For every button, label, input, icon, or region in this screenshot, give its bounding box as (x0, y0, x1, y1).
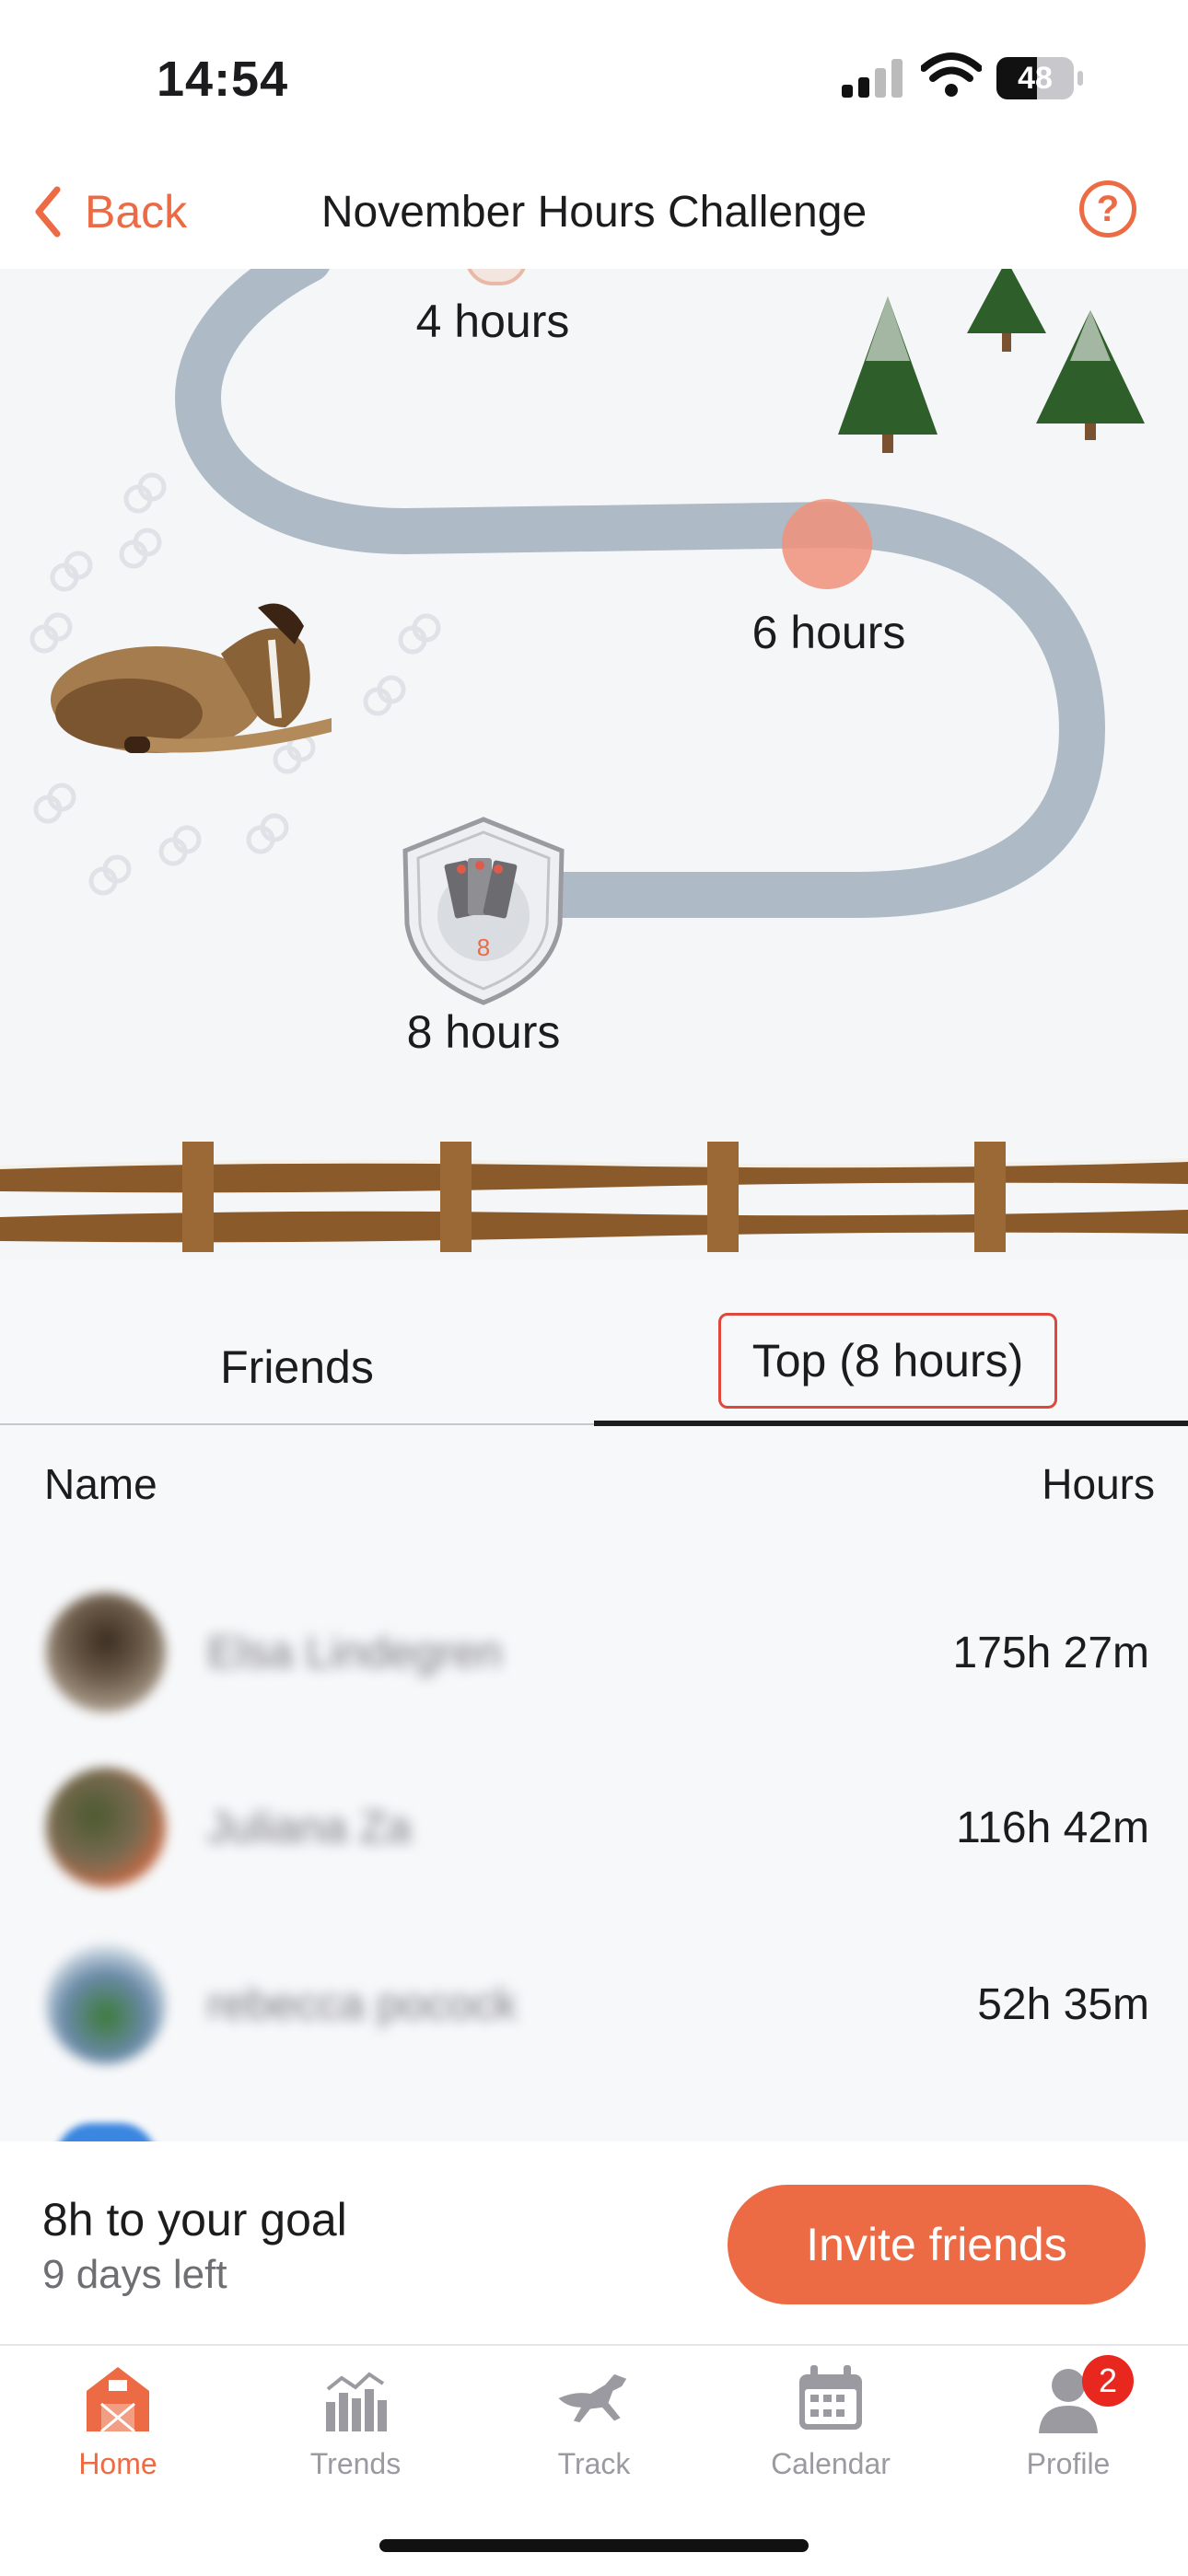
goal-text: 8h to your goal (42, 2194, 347, 2245)
tabbar-label-home: Home (78, 2447, 157, 2480)
tabbar-label-track: Track (557, 2447, 631, 2480)
tab-divider (0, 1423, 594, 1425)
column-header-name: Name (44, 1460, 157, 1508)
tab-top[interactable]: Top (8 hours) (718, 1313, 1057, 1409)
wifi-icon (920, 52, 983, 98)
row-name: Juliana Za (207, 1804, 412, 1852)
tabbar-label-profile: Profile (1026, 2447, 1111, 2480)
milestone-label-4: 4 hours (415, 296, 570, 347)
status-time: 14:54 (157, 52, 289, 107)
progress-marker (782, 499, 872, 589)
barn-icon (76, 2357, 159, 2440)
invite-friends-button[interactable]: Invite friends (728, 2185, 1146, 2304)
signal-icon (840, 55, 904, 99)
column-header-hours: Hours (1042, 1460, 1155, 1508)
shield-badge-icon (402, 817, 565, 1005)
days-left: 9 days left (42, 2252, 227, 2297)
tabbar-item-home[interactable]: Home (26, 2357, 210, 2495)
question-circle-icon[interactable]: ? (1079, 180, 1136, 238)
tabbar-label-trends: Trends (309, 2447, 402, 2480)
tabbar-item-trends[interactable]: Trends (263, 2357, 448, 2495)
person-icon: 2 (1027, 2355, 1134, 2440)
row-hours: 116h 42m (956, 1804, 1149, 1852)
milestone-label-8: 8 hours (406, 1006, 561, 1058)
challenge-map: 4 hours 6 hours 8 8 hours (0, 269, 1188, 1259)
tab-friends[interactable]: Friends (0, 1326, 594, 1409)
tabbar-item-calendar[interactable]: Calendar (739, 2357, 923, 2495)
calendar-icon (789, 2357, 872, 2440)
badge-number: 8 (476, 934, 491, 961)
avatar (46, 1944, 166, 2064)
home-indicator (379, 2539, 809, 2552)
row-hours: 52h 35m (977, 1980, 1149, 2029)
row-name: Elsa Lindegren (207, 1629, 503, 1677)
milestone-label-6: 6 hours (751, 607, 906, 658)
tabbar-item-track[interactable]: Track (502, 2357, 686, 2495)
table-row[interactable]: Elsa Lindegren 175h 27m (0, 1565, 1188, 1740)
tabbar-label-calendar: Calendar (771, 2447, 891, 2480)
avatar (46, 1593, 166, 1712)
tabbar-item-profile[interactable]: 2 Profile (976, 2355, 1160, 2495)
wooden-fence (0, 1142, 1188, 1252)
bar-chart-icon (314, 2357, 397, 2440)
pine-trees-icon (838, 269, 1145, 453)
horse-icon (553, 2357, 635, 2440)
lying-horse-icon (51, 603, 332, 753)
row-name: rebecca pocock (207, 1980, 518, 2029)
table-row[interactable]: rebecca pocock 52h 35m (0, 1917, 1188, 2092)
battery-icon: 48 (996, 57, 1085, 99)
active-tab-indicator (594, 1421, 1188, 1426)
notification-badge: 2 (1082, 2355, 1134, 2407)
row-hours: 175h 27m (952, 1629, 1150, 1677)
table-row[interactable]: Juliana Za 116h 42m (0, 1740, 1188, 1915)
page-title: November Hours Challenge (320, 187, 868, 237)
avatar (46, 1768, 166, 1887)
